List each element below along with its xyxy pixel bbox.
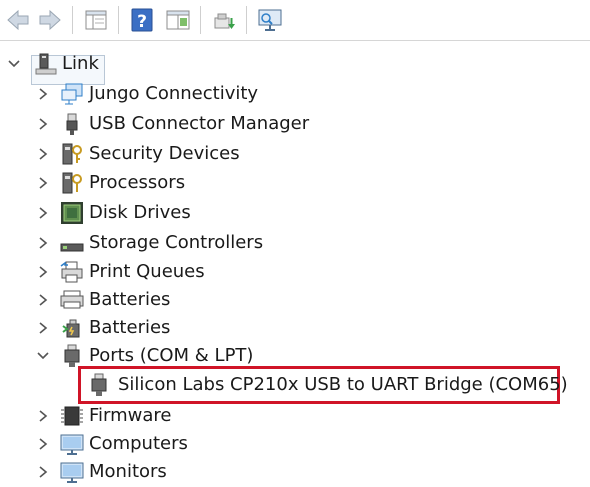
tree-item-label: Print Queues	[89, 261, 205, 282]
tree-item-label: Batteries	[89, 289, 171, 310]
chevron-right-icon[interactable]	[36, 464, 50, 480]
chevron-right-icon[interactable]	[36, 235, 50, 251]
tree-item-label: USB Connector Manager	[89, 113, 310, 134]
tree-item-monitors[interactable]: Monitors	[0, 458, 590, 486]
toolbar-separator	[200, 6, 201, 34]
tree-item-label: Firmware	[89, 405, 172, 426]
tree-item-label: Disk Drives	[89, 202, 191, 223]
computer-icon	[35, 53, 57, 75]
chevron-right-icon[interactable]	[36, 320, 50, 336]
toolbar: ?	[0, 0, 590, 41]
scan-monitor-icon	[258, 9, 282, 31]
properties-button[interactable]	[164, 6, 192, 34]
chevron-right-icon[interactable]	[36, 116, 50, 132]
back-button[interactable]	[4, 6, 32, 34]
battery-plug-icon	[62, 319, 80, 338]
tree-item-label: Monitors	[89, 461, 167, 482]
disk-drive-icon	[61, 202, 83, 224]
help-icon: ?	[131, 8, 153, 32]
show-hide-tree-button[interactable]	[82, 6, 110, 34]
toolbar-separator	[246, 6, 247, 34]
firmware-icon	[61, 406, 83, 426]
tree-item-processors[interactable]: Processors	[0, 169, 590, 197]
chevron-right-icon[interactable]	[36, 292, 50, 308]
help-button[interactable]: ?	[128, 6, 156, 34]
tree-item-label: Processors	[89, 172, 186, 193]
chevron-right-icon[interactable]	[36, 436, 50, 452]
tree-item-security-devices[interactable]: Security Devices	[0, 140, 590, 168]
processor-icon	[62, 172, 82, 194]
properties-icon	[166, 10, 190, 30]
tree-item-computers[interactable]: Computers	[0, 430, 590, 458]
forward-button[interactable]	[36, 6, 64, 34]
tree-item-usb-connector-manager[interactable]: USB Connector Manager	[0, 110, 590, 138]
printer-icon	[60, 261, 83, 283]
tree-item-label: Silicon Labs CP210x USB to UART Bridge (…	[118, 374, 568, 395]
monitor-icon	[60, 434, 84, 455]
toolbar-separator	[72, 6, 73, 34]
battery-icon	[60, 290, 84, 309]
tree-item-disk-drives[interactable]: Disk Drives	[0, 199, 590, 227]
chevron-right-icon[interactable]	[36, 408, 50, 424]
update-driver-icon	[214, 13, 235, 29]
tree-root-item[interactable]: Link	[0, 50, 590, 85]
device-tree: Link Jungo Connectivity USB Connector Ma…	[0, 44, 590, 487]
chevron-down-icon[interactable]	[7, 56, 21, 72]
update-driver-button[interactable]	[210, 6, 238, 34]
chevron-right-icon[interactable]	[36, 175, 50, 191]
tree-item-jungo-connectivity[interactable]: Jungo Connectivity	[0, 80, 590, 108]
tree-item-storage-controllers[interactable]: Storage Controllers	[0, 229, 590, 257]
arrow-left-icon	[7, 9, 29, 31]
chevron-right-icon[interactable]	[36, 86, 50, 102]
tree-item-label: Security Devices	[89, 143, 240, 164]
chevron-right-icon[interactable]	[36, 205, 50, 221]
tree-item-silicon-labs-cp210x[interactable]: Silicon Labs CP210x USB to UART Bridge (…	[0, 371, 590, 399]
chevron-down-icon[interactable]	[36, 348, 50, 364]
tree-item-firmware[interactable]: Firmware	[0, 402, 590, 430]
console-tree-icon	[85, 10, 107, 30]
scan-hardware-button[interactable]	[256, 6, 284, 34]
tree-root-label: Link	[62, 53, 99, 74]
toolbar-separator	[118, 6, 119, 34]
chevron-right-icon[interactable]	[36, 146, 50, 162]
storage-controller-icon	[60, 243, 84, 252]
network-icon	[61, 83, 83, 105]
tree-item-batteries-2[interactable]: Batteries	[0, 314, 590, 342]
monitor-icon	[60, 462, 84, 483]
port-icon	[64, 344, 80, 367]
chevron-right-icon[interactable]	[36, 264, 50, 280]
usb-plug-icon	[66, 113, 78, 135]
tree-item-label: Computers	[89, 433, 188, 454]
port-icon	[91, 373, 107, 396]
security-device-icon	[62, 143, 82, 165]
tree-item-label: Batteries	[89, 317, 171, 338]
tree-item-batteries[interactable]: Batteries	[0, 286, 590, 314]
arrow-right-icon	[39, 9, 61, 31]
tree-item-print-queues[interactable]: Print Queues	[0, 258, 590, 286]
tree-item-label: Storage Controllers	[89, 232, 264, 253]
tree-item-label: Ports (COM & LPT)	[89, 345, 254, 366]
tree-item-label: Jungo Connectivity	[89, 83, 259, 104]
svg-text:?: ?	[137, 12, 147, 32]
